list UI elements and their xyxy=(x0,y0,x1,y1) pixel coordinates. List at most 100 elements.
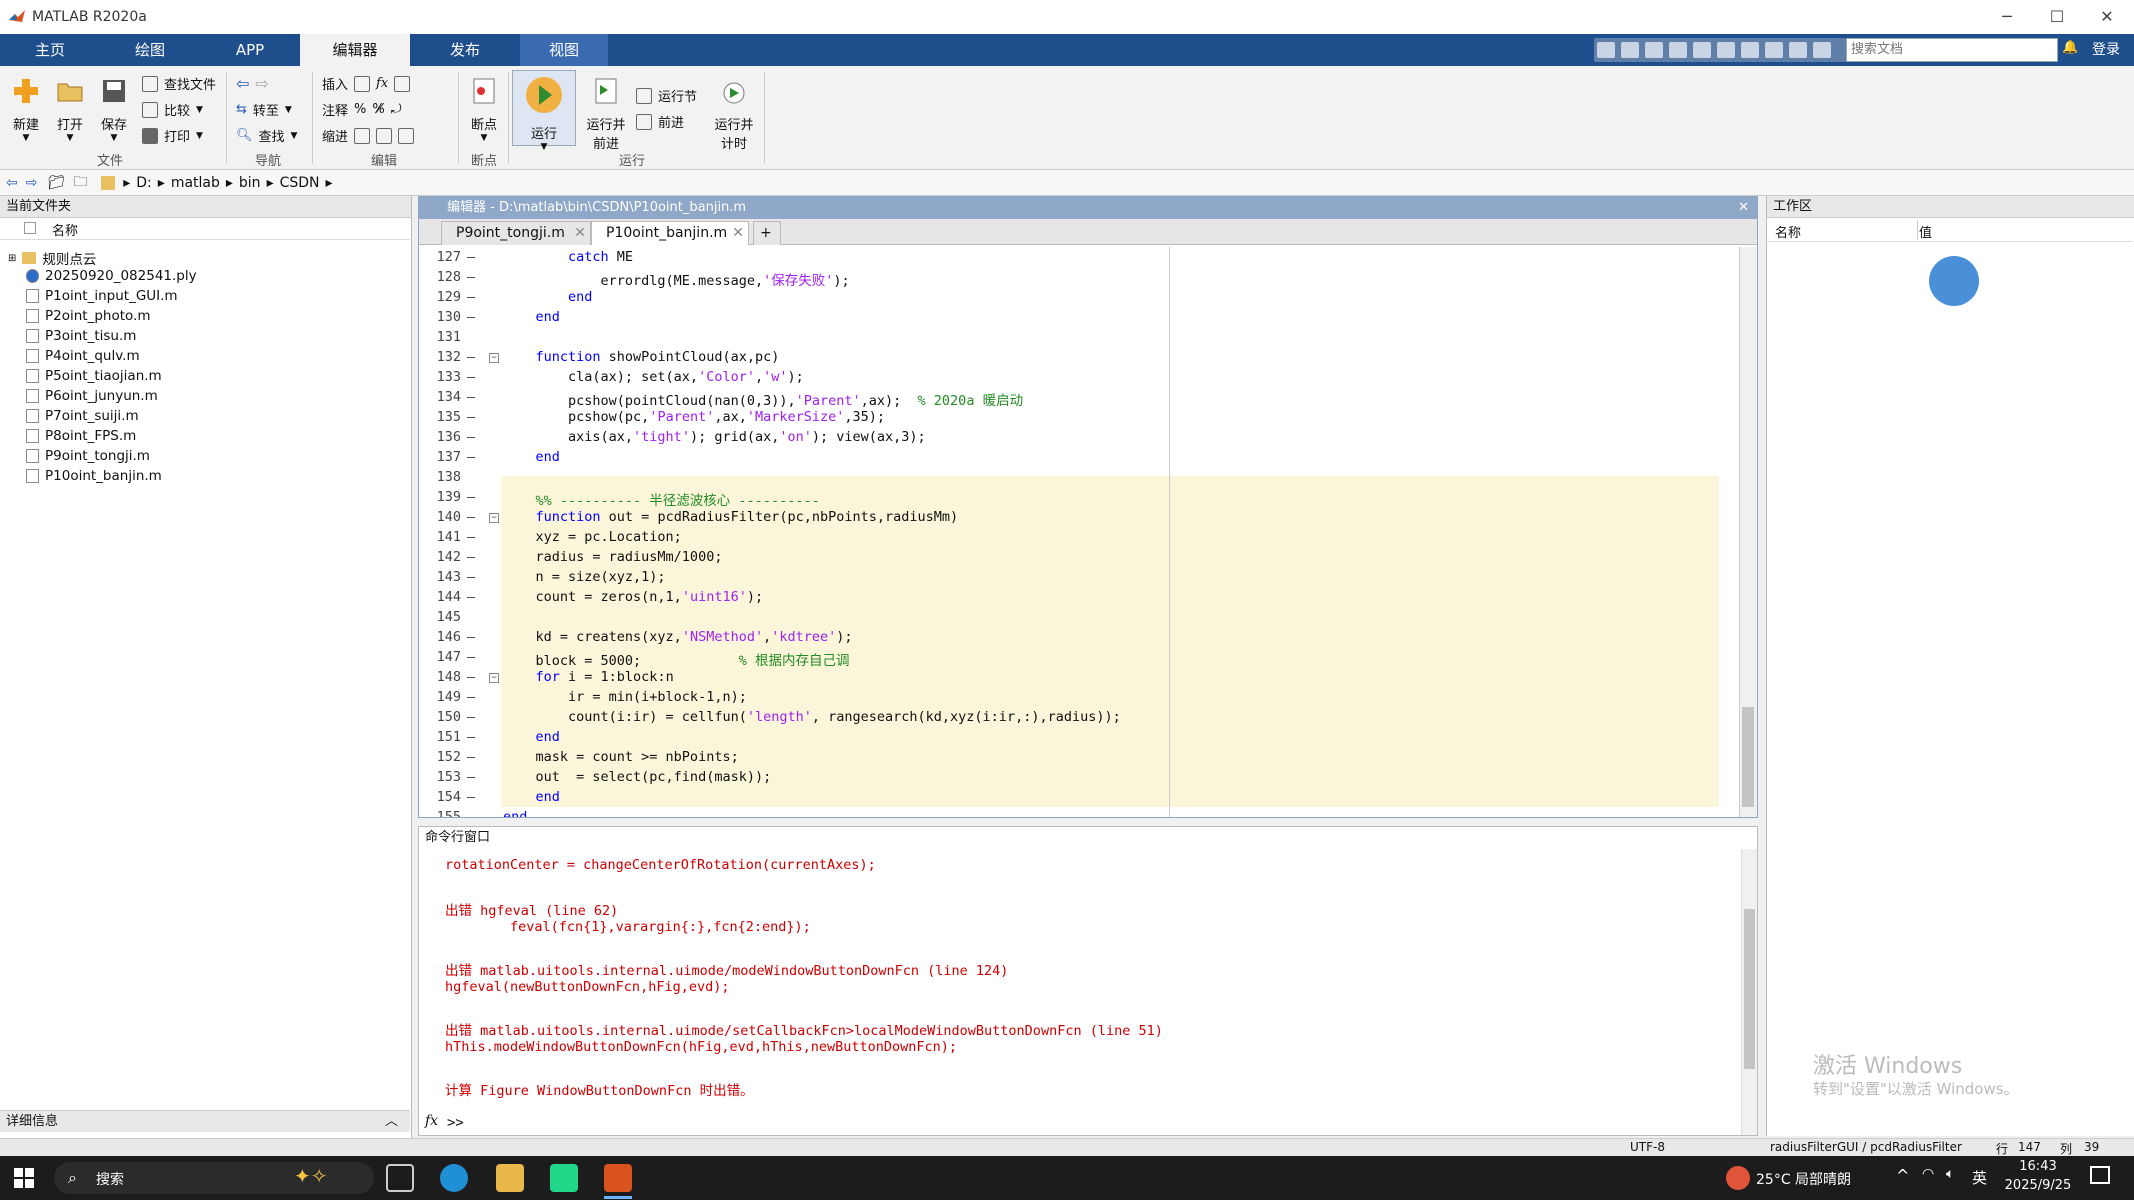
path-part[interactable]: bin xyxy=(239,175,261,191)
ws-col-name[interactable]: 名称 xyxy=(1775,222,1801,241)
line-number[interactable]: 151 xyxy=(419,729,461,745)
code-line[interactable]: pcshow(pointCloud(nan(0,3)),'Parent',ax)… xyxy=(503,389,1023,409)
code-line[interactable]: pcshow(pc,'Parent',ax,'MarkerSize',35); xyxy=(503,409,885,425)
login-link[interactable]: 登录 xyxy=(2092,34,2120,66)
breakpoint-marker[interactable]: – xyxy=(467,269,475,285)
col-name-header[interactable]: 名称 xyxy=(52,220,78,239)
print-button[interactable]: 打印 ▼ xyxy=(142,126,203,145)
bell-icon[interactable]: 🔔 xyxy=(2062,40,2078,58)
line-number[interactable]: 150 xyxy=(419,709,461,725)
tab-apps[interactable]: APP xyxy=(200,34,300,66)
breakpoint-marker[interactable]: – xyxy=(467,769,475,785)
breakpoint-marker[interactable]: – xyxy=(467,349,475,365)
task-view-icon[interactable] xyxy=(386,1164,414,1192)
breakpoint-marker[interactable]: – xyxy=(467,529,475,545)
wifi-icon[interactable]: ◠ xyxy=(1922,1166,1934,1182)
tray-chevron-icon[interactable]: ^ xyxy=(1896,1166,1909,1185)
code-line[interactable]: xyz = pc.Location; xyxy=(503,529,682,545)
chevron-up-icon[interactable]: ︿ xyxy=(385,1111,398,1133)
breakpoint-marker[interactable]: – xyxy=(467,629,475,645)
code-line[interactable]: function showPointCloud(ax,pc) xyxy=(503,349,780,365)
breakpoint-marker[interactable]: – xyxy=(467,429,475,445)
smart-indent-icon[interactable] xyxy=(354,127,371,144)
code-line[interactable]: end xyxy=(503,789,560,805)
code-line[interactable]: radius = radiusMm/1000; xyxy=(503,549,723,565)
insert-button[interactable]: 插入 fx xyxy=(322,74,411,93)
line-number[interactable]: 137 xyxy=(419,449,461,465)
code-line[interactable]: out = select(pc,find(mask)); xyxy=(503,769,772,785)
breakpoint-marker[interactable]: – xyxy=(467,749,475,765)
find-button[interactable]: 🔍︎ 查找 ▼ xyxy=(236,126,297,145)
browse-folder-icon[interactable]: 🗀 xyxy=(73,171,87,195)
breakpoint-marker[interactable]: – xyxy=(467,589,475,605)
tab-plots[interactable]: 绘图 xyxy=(100,34,200,66)
tab-home[interactable]: 主页 xyxy=(0,34,100,66)
path-part[interactable]: matlab xyxy=(171,175,220,191)
select-all-checkbox[interactable] xyxy=(24,222,36,234)
clock-time[interactable]: 16:43 xyxy=(2010,1159,2066,1174)
line-number[interactable]: 142 xyxy=(419,549,461,565)
line-number[interactable]: 143 xyxy=(419,569,461,585)
code-line[interactable]: for i = 1:block:n xyxy=(503,669,674,685)
indent-button[interactable]: 缩进 xyxy=(322,126,415,145)
nav-forward-icon[interactable]: ⇨ xyxy=(26,175,38,191)
line-number[interactable]: 148 xyxy=(419,669,461,685)
cmd-error-line[interactable]: 出错 matlab.uitools.internal.uimode/setCal… xyxy=(445,1019,1163,1039)
line-number[interactable]: 141 xyxy=(419,529,461,545)
line-number[interactable]: 127 xyxy=(419,249,461,265)
file-item[interactable]: P2oint_photo.m xyxy=(26,308,150,324)
line-number[interactable]: 153 xyxy=(419,769,461,785)
breakpoint-marker[interactable]: – xyxy=(467,509,475,525)
open-button[interactable]: 打开 ▼ xyxy=(52,76,88,143)
file-item[interactable]: P3oint_tisu.m xyxy=(26,328,136,344)
line-number[interactable]: 134 xyxy=(419,389,461,405)
code-line[interactable]: end xyxy=(503,309,560,325)
maximize-button[interactable]: ☐ xyxy=(2032,0,2082,34)
line-number[interactable]: 139 xyxy=(419,489,461,505)
taskbar-search-box[interactable]: ⌕ 搜索 ✦✧ xyxy=(54,1162,374,1194)
line-number[interactable]: 131 xyxy=(419,329,461,345)
file-item[interactable]: 20250920_082541.ply xyxy=(26,268,197,284)
command-prompt[interactable]: >> xyxy=(447,1115,464,1131)
code-line[interactable]: kd = createns(xyz,'NSMethod','kdtree'); xyxy=(503,629,853,645)
line-number[interactable]: 144 xyxy=(419,589,461,605)
matlab-taskbar-icon[interactable] xyxy=(604,1164,632,1192)
fx-icon[interactable]: fx xyxy=(425,1113,438,1129)
code-area[interactable]: 127– catch ME 128– errordlg(ME.message,'保… xyxy=(419,247,1739,817)
line-number[interactable]: 132 xyxy=(419,349,461,365)
details-panel-header[interactable]: 详细信息 ︿ xyxy=(0,1110,410,1132)
file-item[interactable]: P10oint_banjin.m xyxy=(26,468,162,484)
pycharm-icon[interactable] xyxy=(550,1164,578,1192)
breakpoint-marker[interactable]: – xyxy=(467,689,475,705)
folder-item[interactable]: ⊞ 规则点云 xyxy=(8,248,96,268)
line-number[interactable]: 145 xyxy=(419,609,461,625)
decrease-indent-icon[interactable] xyxy=(398,127,415,144)
path-part[interactable]: D: xyxy=(136,175,152,191)
volume-icon[interactable]: 🔈︎ xyxy=(1946,1166,1954,1182)
file-item[interactable]: P4oint_qulv.m xyxy=(26,348,140,364)
line-number[interactable]: 140 xyxy=(419,509,461,525)
file-item[interactable]: P5oint_tiaojian.m xyxy=(26,368,162,384)
insert-section-icon[interactable] xyxy=(394,75,411,92)
nav-back-icon[interactable]: ⇦ xyxy=(6,175,18,191)
quick-access-toolbar[interactable] xyxy=(1594,38,1846,62)
code-line[interactable]: count = zeros(n,1,'uint16'); xyxy=(503,589,764,605)
ws-col-value[interactable]: 值 xyxy=(1919,222,1932,241)
line-number[interactable]: 154 xyxy=(419,789,461,805)
line-number[interactable]: 138 xyxy=(419,469,461,485)
fold-toggle-icon[interactable]: − xyxy=(489,353,499,363)
windows-start-icon[interactable] xyxy=(14,1168,34,1188)
code-line[interactable]: end xyxy=(503,809,527,817)
breakpoint-marker[interactable]: – xyxy=(467,389,475,405)
save-button[interactable]: 保存 ▼ xyxy=(96,76,132,143)
editor-scrollbar[interactable] xyxy=(1739,247,1757,817)
fold-toggle-icon[interactable]: − xyxy=(489,513,499,523)
line-number[interactable]: 135 xyxy=(419,409,461,425)
fx-icon[interactable]: fx xyxy=(376,76,388,91)
percent-icon[interactable]: % xyxy=(354,102,366,117)
file-explorer-icon[interactable] xyxy=(496,1164,524,1192)
breakpoint-marker[interactable]: – xyxy=(467,249,475,265)
back-forward-buttons[interactable]: ⇦ ⇨ xyxy=(236,74,269,93)
cmd-error-line[interactable]: 出错 matlab.uitools.internal.uimode/modeWi… xyxy=(445,959,1008,979)
fold-toggle-icon[interactable]: − xyxy=(489,673,499,683)
